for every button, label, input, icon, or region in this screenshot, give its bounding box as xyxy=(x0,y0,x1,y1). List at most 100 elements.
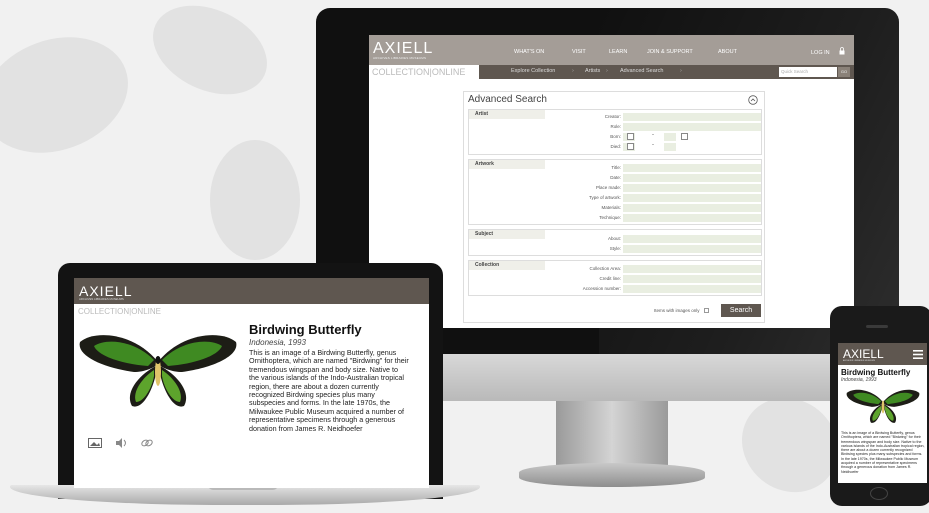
quick-search-input[interactable]: Quick Search xyxy=(779,67,837,77)
calendar-icon[interactable] xyxy=(627,143,634,150)
quick-search-go-button[interactable]: GO xyxy=(838,67,850,77)
object-title: Birdwing Butterfly xyxy=(249,322,362,337)
materials-input[interactable] xyxy=(623,204,761,212)
images-only-label: Items with images only xyxy=(654,308,700,313)
style-input[interactable] xyxy=(623,245,761,253)
laptop-screen: AXIELL ARCHIVES LIBRARIES MUSEUMS COLLEC… xyxy=(74,278,429,488)
artist-section: Artist Creator: Role: Born: - Died: - xyxy=(468,109,762,155)
collection-subheader: COLLECTION|ONLINE Explore Collection › A… xyxy=(369,65,854,79)
phone-header: AXIELL ARCHIVES LIBRARIES MUSEUMS xyxy=(838,343,927,365)
accession-row: Accession number: xyxy=(469,284,763,294)
born-to-input[interactable] xyxy=(664,133,676,141)
object-description: This is an image of a Birdwing Butterfly… xyxy=(249,348,409,433)
collection-section: Collection Collection Area: Credit line:… xyxy=(468,260,762,296)
place-made-input[interactable] xyxy=(623,184,761,192)
images-only-checkbox[interactable] xyxy=(704,308,709,313)
field-label: Type of artwork: xyxy=(588,195,621,200)
field-label: Creator: xyxy=(604,114,621,119)
phone-speaker xyxy=(866,325,888,328)
field-label: Died: xyxy=(610,144,621,149)
butterfly-image[interactable] xyxy=(844,383,922,427)
field-label: Collection Area: xyxy=(589,266,621,271)
object-subtitle: Indonesia, 1993 xyxy=(249,338,306,347)
lock-icon[interactable] xyxy=(839,47,845,55)
nav-about[interactable]: ABOUT xyxy=(718,49,737,55)
monitor-stand xyxy=(556,401,668,469)
field-label: Technique: xyxy=(599,215,621,220)
laptop-base xyxy=(10,485,480,505)
collection-area-input[interactable] xyxy=(623,265,761,273)
laptop-header: AXIELL ARCHIVES LIBRARIES MUSEUMS xyxy=(74,278,429,304)
type-row: Type of artwork: xyxy=(469,193,763,203)
field-label: About: xyxy=(607,236,621,241)
field-label: Title: xyxy=(611,165,621,170)
brand-tagline: ARCHIVES LIBRARIES MUSEUMS xyxy=(79,297,124,301)
role-row: Role: xyxy=(469,122,763,132)
type-of-artwork-input[interactable] xyxy=(623,194,761,202)
collapse-toggle-icon[interactable] xyxy=(748,95,758,105)
accession-number-input[interactable] xyxy=(623,285,761,293)
advanced-search-panel: Advanced Search Artist Creator: Role: Bo… xyxy=(463,91,765,323)
field-label: Credit line: xyxy=(599,276,621,281)
role-input[interactable] xyxy=(623,123,761,131)
date-row: Date: xyxy=(469,173,763,183)
hamburger-menu-icon[interactable] xyxy=(913,350,923,359)
field-label: Materials: xyxy=(601,205,621,210)
credit-line-input[interactable] xyxy=(623,275,761,283)
field-label: Style: xyxy=(609,246,621,251)
born-row: Born: - xyxy=(469,132,763,142)
title-row: Title: xyxy=(469,163,763,173)
nav-learn[interactable]: LEARN xyxy=(609,49,627,55)
field-label: Role: xyxy=(610,124,621,129)
collection-online-label[interactable]: COLLECTION|ONLINE xyxy=(369,65,479,79)
calendar-icon[interactable] xyxy=(681,133,688,140)
style-row: Style: xyxy=(469,244,763,254)
search-button[interactable]: Search xyxy=(721,304,761,317)
object-title: Birdwing Butterfly xyxy=(841,368,911,377)
breadcrumb-explore[interactable]: Explore Collection xyxy=(511,68,555,74)
field-label: Born: xyxy=(610,134,621,139)
creator-input[interactable] xyxy=(623,113,761,121)
background-shape xyxy=(138,0,282,112)
artwork-section: Artwork Title: Date: Place made: Type of… xyxy=(468,159,762,225)
calendar-icon[interactable] xyxy=(627,133,634,140)
background-shape xyxy=(210,140,300,260)
advanced-search-title: Advanced Search xyxy=(468,94,547,105)
phone-screen: AXIELL ARCHIVES LIBRARIES MUSEUMS Birdwi… xyxy=(838,343,927,483)
brand-tagline: ARCHIVES LIBRARIES MUSEUMS xyxy=(843,360,876,362)
background-shape xyxy=(0,17,145,173)
technique-row: Technique: xyxy=(469,213,763,223)
died-to-input[interactable] xyxy=(664,143,676,151)
creator-row: Creator: xyxy=(469,112,763,122)
link-icon[interactable] xyxy=(140,438,154,448)
audio-icon[interactable] xyxy=(114,438,128,448)
nav-visit[interactable]: VISIT xyxy=(572,49,586,55)
date-input[interactable] xyxy=(623,174,761,182)
about-input[interactable] xyxy=(623,235,761,243)
top-navigation: AXIELL ARCHIVES LIBRARIES MUSEUMS WHAT'S… xyxy=(369,35,854,65)
credit-line-row: Credit line: xyxy=(469,274,763,284)
butterfly-image[interactable] xyxy=(74,322,242,414)
title-input[interactable] xyxy=(623,164,761,172)
nav-join-support[interactable]: JOIN & SUPPORT xyxy=(647,49,693,55)
image-view-icon[interactable] xyxy=(88,438,102,448)
materials-row: Materials: xyxy=(469,203,763,213)
collection-area-row: Collection Area: xyxy=(469,264,763,274)
field-label: Date: xyxy=(610,175,621,180)
phone-home-button[interactable] xyxy=(870,487,888,500)
object-description: This is an image of a Birdwing Butterfly… xyxy=(841,431,925,474)
field-label: Place made: xyxy=(595,185,621,190)
login-link[interactable]: LOG IN xyxy=(811,50,830,56)
brand-logo[interactable]: AXIELL xyxy=(843,347,884,361)
nav-whats-on[interactable]: WHAT'S ON xyxy=(514,49,544,55)
breadcrumb-artists[interactable]: Artists xyxy=(585,68,600,74)
breadcrumb-advanced-search[interactable]: Advanced Search xyxy=(620,68,663,74)
technique-input[interactable] xyxy=(623,214,761,222)
product-mockup-stage: { "brand": { "name": "AXIELL", "tagline"… xyxy=(0,0,929,513)
place-made-row: Place made: xyxy=(469,183,763,193)
field-label: Accession number: xyxy=(582,286,621,291)
collection-online-label[interactable]: COLLECTION|ONLINE xyxy=(78,307,161,316)
brand-tagline: ARCHIVES LIBRARIES MUSEUMS xyxy=(373,56,427,60)
about-row: About: xyxy=(469,234,763,244)
died-row: Died: - xyxy=(469,142,763,152)
